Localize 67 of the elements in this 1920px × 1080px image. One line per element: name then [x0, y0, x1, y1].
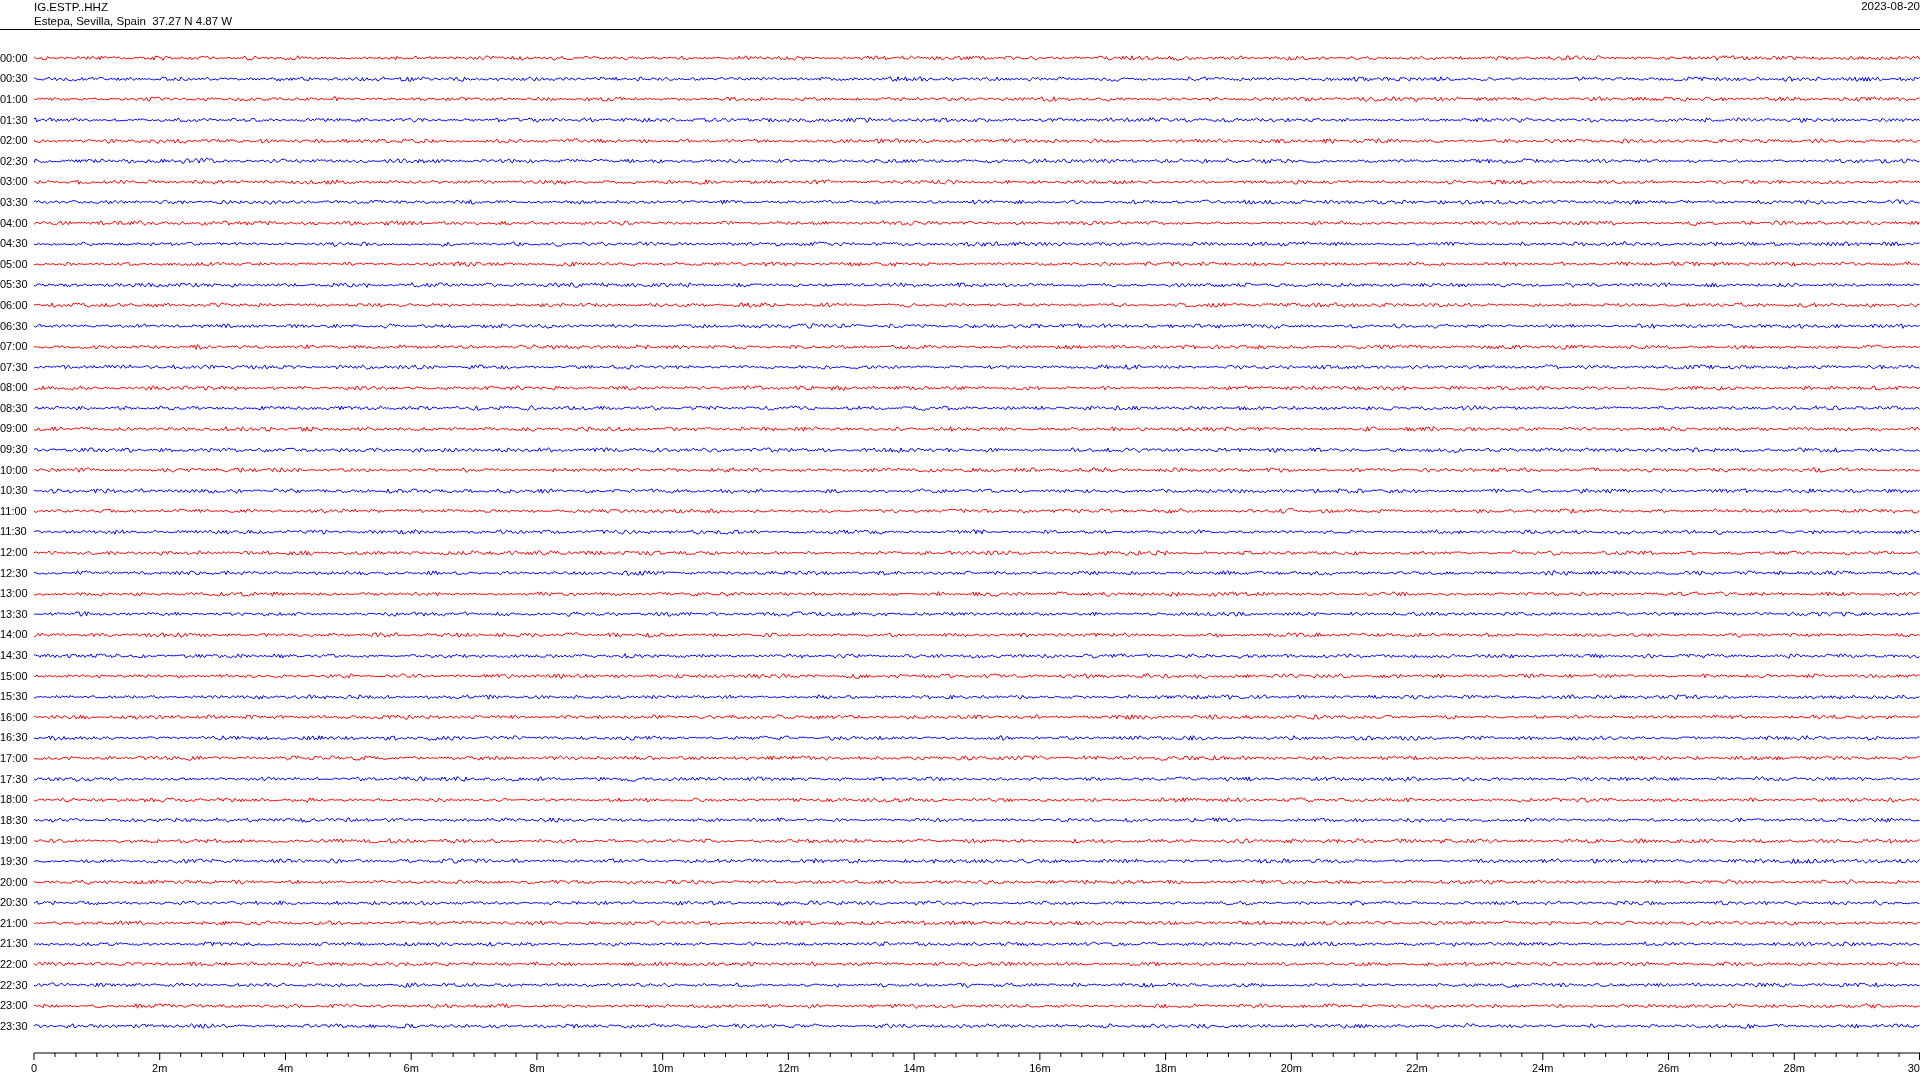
- axis-tick-label: 30: [1907, 1062, 1920, 1074]
- time-label: 11:30: [0, 525, 28, 539]
- time-label: 22:00: [0, 957, 29, 971]
- time-label: 16:00: [0, 710, 29, 724]
- time-label: 22:30: [0, 978, 29, 992]
- axis-tick-label: 20m: [1280, 1062, 1303, 1074]
- time-label: 19:00: [0, 834, 29, 848]
- time-label: 02:00: [0, 134, 29, 148]
- time-label: 02:30: [0, 154, 29, 168]
- time-label: 17:30: [0, 772, 29, 786]
- axis-tick-label: 14m: [903, 1062, 925, 1074]
- time-label: 08:30: [0, 401, 29, 415]
- time-label: 21:00: [0, 916, 29, 930]
- time-label: 12:30: [0, 566, 29, 580]
- time-label: 15:30: [0, 690, 29, 704]
- time-label: 10:30: [0, 484, 29, 498]
- axis-tick-label: 22m: [1406, 1062, 1428, 1074]
- time-label: 23:30: [0, 1019, 29, 1033]
- time-label: 15:00: [0, 669, 29, 683]
- axis-tick-label: 24m: [1532, 1062, 1554, 1074]
- time-label: 07:00: [0, 340, 29, 354]
- time-label: 03:30: [0, 195, 29, 209]
- time-label: 05:00: [0, 257, 29, 271]
- axis-tick-label: 4m: [277, 1062, 294, 1074]
- axis-tick-label: 12m: [777, 1062, 800, 1074]
- time-label: 09:00: [0, 422, 29, 436]
- time-label: 12:00: [0, 546, 29, 560]
- time-label: 07:30: [0, 360, 29, 374]
- time-label: 06:00: [0, 298, 29, 312]
- axis-tick-label: 0: [30, 1062, 38, 1074]
- plot-date: 2023-08-20: [1861, 0, 1920, 12]
- station-location: Estepa, Sevilla, Spain 37.27 N 4.87 W: [34, 14, 233, 28]
- time-label: 03:00: [0, 175, 29, 189]
- time-label: 14:30: [0, 649, 29, 662]
- time-label: 20:30: [0, 896, 29, 910]
- time-label: 11:00: [0, 504, 28, 518]
- axis-tick-label: 2m: [152, 1062, 168, 1074]
- time-label: 20:00: [0, 875, 29, 889]
- axis-tick-label: 16m: [1029, 1062, 1051, 1074]
- time-label: 18:00: [0, 793, 29, 807]
- axis-tick-label: 10m: [651, 1062, 674, 1074]
- time-label: 00:00: [0, 51, 29, 65]
- time-label: 16:30: [0, 731, 29, 745]
- time-label: 09:30: [0, 443, 29, 457]
- time-label: 14:00: [0, 628, 29, 642]
- time-label: 23:00: [0, 999, 29, 1013]
- time-label: 21:30: [0, 937, 29, 951]
- time-label: 06:30: [0, 319, 29, 333]
- time-label: 04:00: [0, 216, 29, 230]
- time-label: 08:00: [0, 381, 29, 395]
- time-label: 01:00: [0, 93, 29, 106]
- axis-tick-label: 28m: [1783, 1062, 1805, 1074]
- time-label: 13:30: [0, 607, 29, 621]
- time-label: 17:00: [0, 752, 29, 765]
- axis-tick-label: 26m: [1657, 1062, 1680, 1074]
- time-label: 10:00: [0, 463, 29, 477]
- time-label: 13:00: [0, 587, 29, 601]
- time-label: 01:30: [0, 113, 29, 127]
- time-label: 18:30: [0, 813, 29, 827]
- axis-tick-label: 8m: [529, 1062, 545, 1074]
- time-label: 00:30: [0, 72, 29, 86]
- time-label: 05:30: [0, 278, 29, 292]
- time-label: 04:30: [0, 237, 29, 251]
- axis-tick-label: 6m: [403, 1062, 419, 1074]
- axis-tick-label: 18m: [1154, 1062, 1177, 1074]
- time-label: 19:30: [0, 854, 29, 868]
- station-code: IG.ESTP..HHZ: [34, 0, 109, 14]
